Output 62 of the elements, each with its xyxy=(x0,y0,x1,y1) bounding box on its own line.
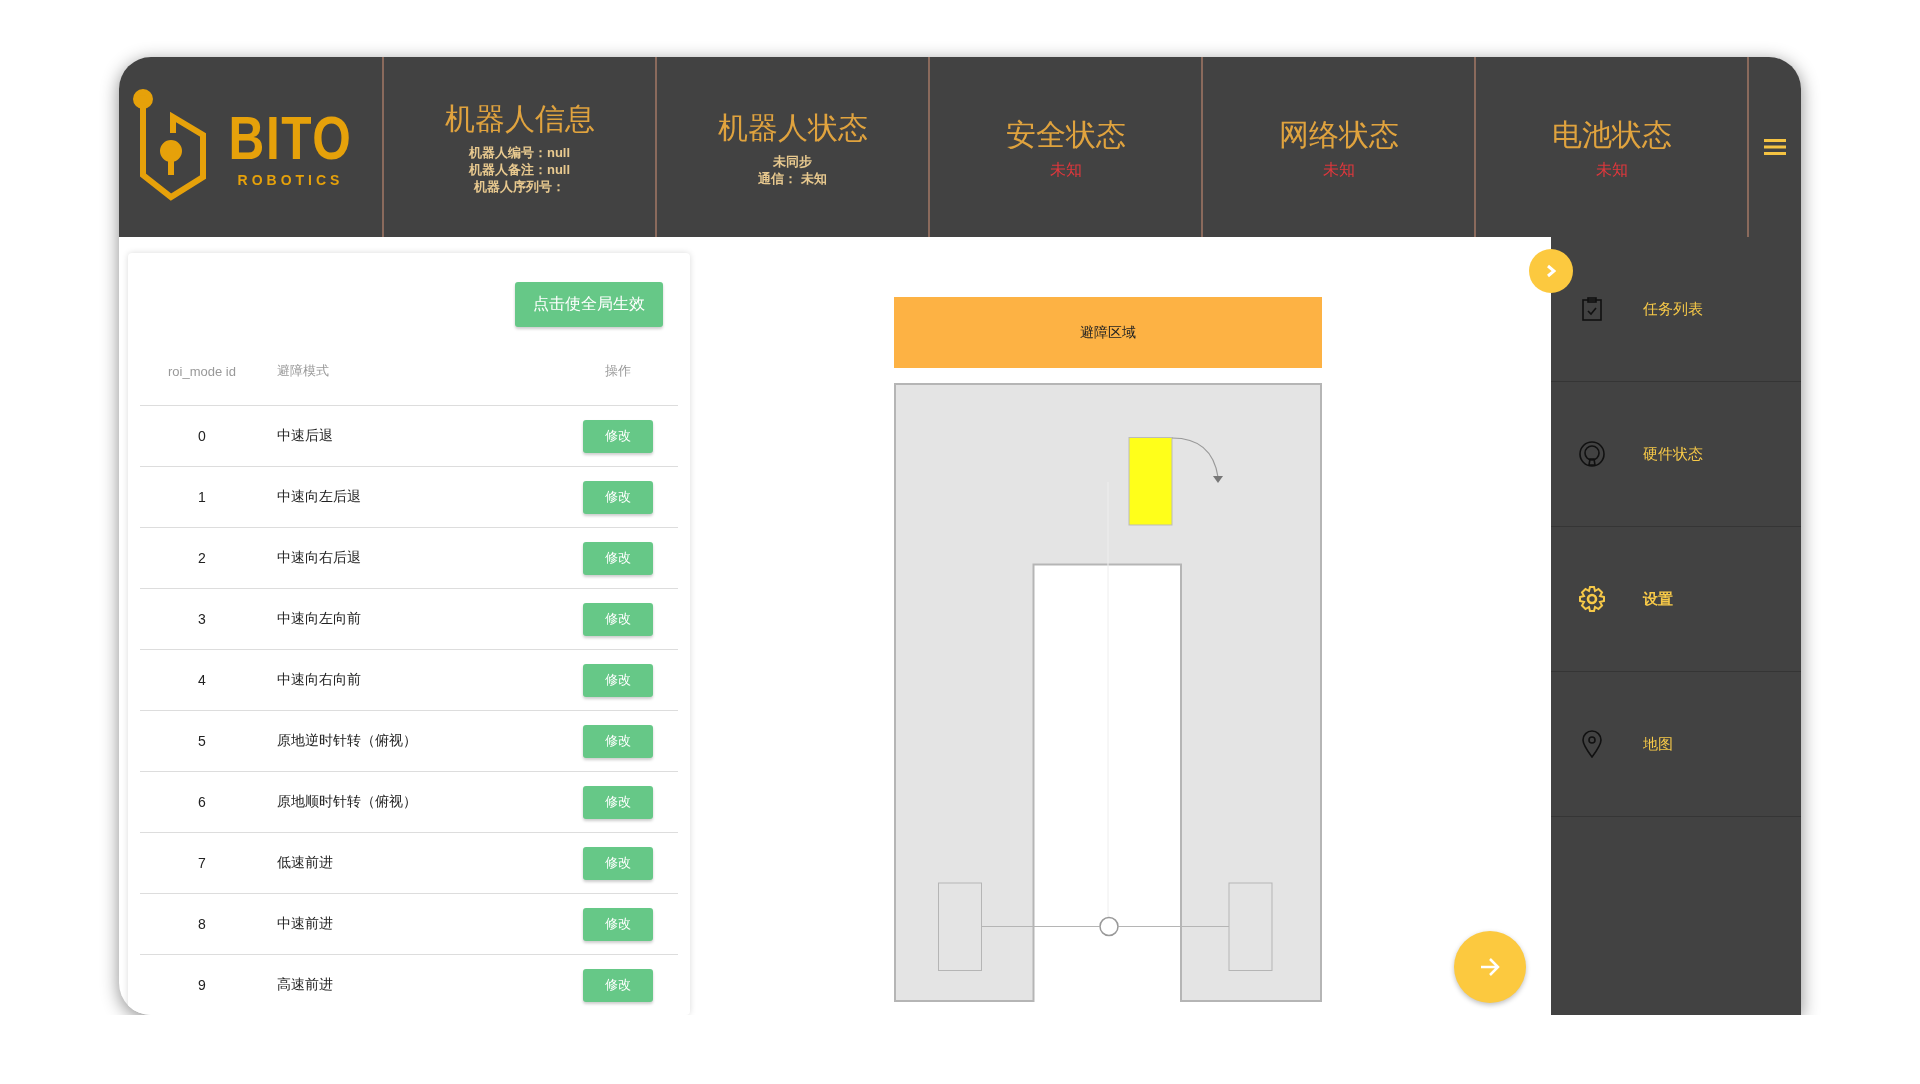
sidebar-item[interactable]: 地图 xyxy=(1551,672,1801,817)
status-value: 未知 xyxy=(1595,159,1628,180)
table-cell: 低速前进 xyxy=(277,854,333,870)
table-cell: 2 xyxy=(198,550,206,566)
table-cell: 原地逆时针转（俯视） xyxy=(277,732,417,748)
brand-name: BITO xyxy=(228,107,353,169)
table-cell: 中速向右后退 xyxy=(277,549,361,565)
status-title: 安全状态 xyxy=(1005,116,1126,153)
table-cell: 高速前进 xyxy=(277,976,333,992)
info-line: 机器人备注：null xyxy=(468,161,571,178)
status-value: 未知 xyxy=(1049,159,1082,180)
table-cell: 4 xyxy=(198,672,206,688)
status-title: 网络状态 xyxy=(1278,116,1399,153)
column-header: 避障模式 xyxy=(277,363,329,378)
info-line: 机器人序列号： xyxy=(474,178,565,195)
table-cell: 中速前进 xyxy=(277,915,333,931)
edit-button[interactable]: 修改 xyxy=(583,907,653,941)
table-cell: 中速后退 xyxy=(277,427,333,443)
sidebar-item[interactable]: 硬件状态 xyxy=(1551,382,1801,527)
column-header: 操作 xyxy=(605,362,631,380)
table-cell: 6 xyxy=(198,794,206,810)
edit-button[interactable]: 修改 xyxy=(583,541,653,575)
collapse-button[interactable] xyxy=(1529,249,1573,293)
table-cell: 中速向右向前 xyxy=(277,671,361,687)
edit-button[interactable]: 修改 xyxy=(583,785,653,819)
table-cell: 8 xyxy=(198,916,206,932)
location-pin-icon xyxy=(1582,730,1602,758)
table-cell: 中速向左后退 xyxy=(277,488,361,504)
zone-title-bar: 避障区域 xyxy=(894,297,1322,368)
sidebar-item[interactable]: 设置 xyxy=(1551,527,1801,672)
edit-button[interactable]: 修改 xyxy=(583,968,653,1002)
info-line: 未同步 xyxy=(773,152,812,170)
status-value: 未知 xyxy=(1322,159,1355,180)
info-line: 机器人编号：null xyxy=(468,144,571,161)
brand-tagline: ROBOTICS xyxy=(237,173,344,187)
chevron-right-icon xyxy=(1546,264,1556,278)
table-cell: 3 xyxy=(198,611,206,627)
hardware-icon xyxy=(1578,440,1606,468)
menu-icon[interactable] xyxy=(1764,139,1786,155)
edit-button[interactable]: 修改 xyxy=(583,663,653,697)
info-line: 通信： 未知 xyxy=(758,169,827,187)
table-cell: 7 xyxy=(198,855,206,871)
status-title: 机器人状态 xyxy=(717,109,868,146)
apply-button[interactable]: 点击使全局生效 xyxy=(515,282,663,327)
clipboard-check-icon xyxy=(1581,297,1603,321)
edit-button[interactable]: 修改 xyxy=(583,480,653,514)
column-header: roi_mode id xyxy=(168,363,236,379)
arrow-right-icon xyxy=(1479,957,1501,977)
edit-button[interactable]: 修改 xyxy=(583,602,653,636)
edit-button[interactable]: 修改 xyxy=(583,419,653,453)
status-title: 电池状态 xyxy=(1551,116,1672,153)
table-cell: 9 xyxy=(198,977,206,993)
table-cell: 原地顺时针转（俯视） xyxy=(277,793,417,809)
edit-button[interactable]: 修改 xyxy=(583,846,653,880)
table-cell: 5 xyxy=(198,733,206,749)
sidebar-item[interactable]: 任务列表 xyxy=(1551,237,1801,382)
edit-button[interactable]: 修改 xyxy=(583,724,653,758)
settings-icon xyxy=(1578,585,1606,613)
table-cell: 中速向左向前 xyxy=(277,610,361,626)
status-title: 机器人信息 xyxy=(444,101,595,137)
table-cell: 0 xyxy=(198,428,206,444)
table-cell: 1 xyxy=(198,489,206,505)
